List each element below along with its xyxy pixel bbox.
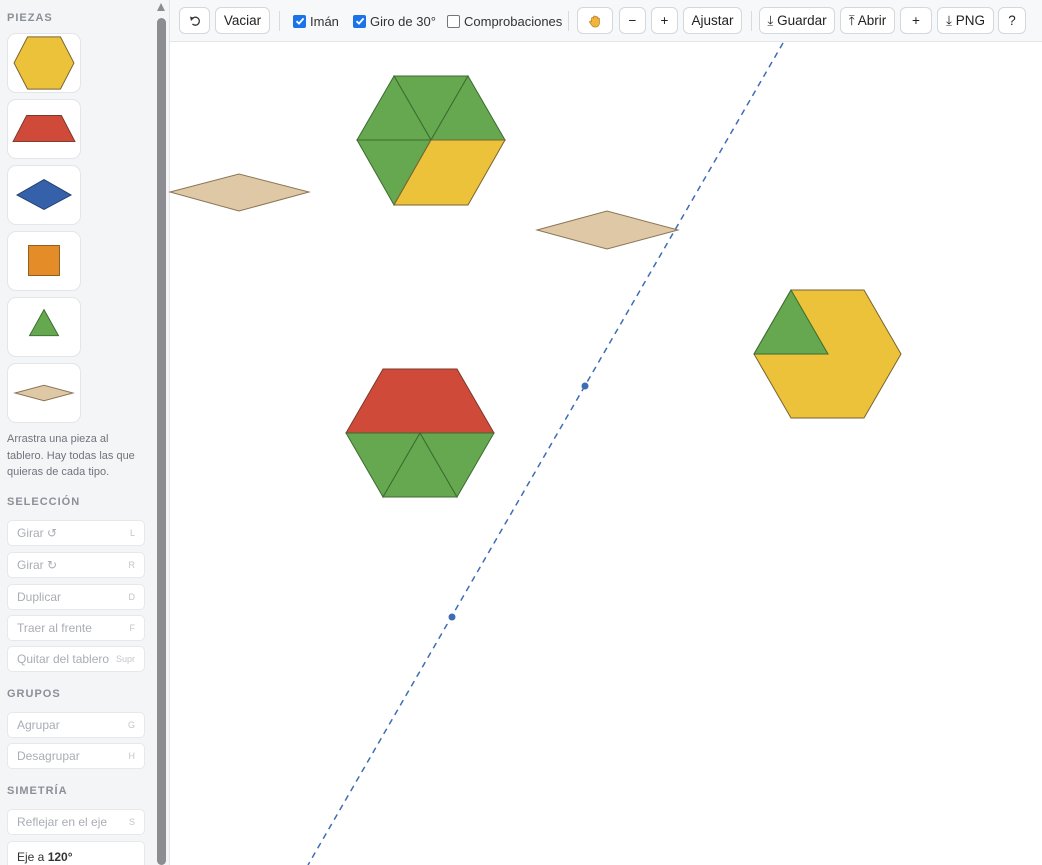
magnet-toggle[interactable]: Imán xyxy=(293,13,339,29)
toolbar-separator xyxy=(279,11,280,31)
sidebar-scrollbar[interactable] xyxy=(157,0,166,865)
sidebar: PIEZAS Arrastra una pieza al tablero. Ha… xyxy=(0,0,170,865)
scrollbar-thumb[interactable] xyxy=(157,18,166,865)
snap-30-label: Giro de 30° xyxy=(370,13,436,29)
checkbox-checked-icon[interactable] xyxy=(353,14,366,28)
hexagon-triangle-group[interactable] xyxy=(753,289,902,419)
trapezoid-piece[interactable] xyxy=(345,368,495,434)
hexagon-piece-icon xyxy=(13,36,75,90)
board-canvas[interactable] xyxy=(168,42,1042,865)
piece-triangle[interactable] xyxy=(7,297,81,357)
axis-prefix: Eje a xyxy=(17,850,45,864)
selection-section-title: SELECCIÓN xyxy=(7,496,81,508)
shortcut-key: H xyxy=(128,751,136,761)
axis-angle-control[interactable]: Eje a 120° xyxy=(7,841,145,865)
checks-toggle[interactable]: Comprobaciones xyxy=(447,13,562,29)
reflect-axis-button[interactable]: Reflejar en el eje S xyxy=(7,809,145,835)
action-label: Reflejar en el eje xyxy=(17,815,108,829)
action-label: Duplicar xyxy=(17,590,62,604)
pan-hand-button[interactable] xyxy=(577,7,613,34)
shortcut-key: Supr xyxy=(115,654,135,664)
rotate-left-button[interactable]: Girar ↺ L xyxy=(7,520,145,546)
checkbox-checked-icon[interactable] xyxy=(293,14,306,28)
magnet-label: Imán xyxy=(310,13,339,29)
trapezoid-triangles-group[interactable] xyxy=(345,368,495,498)
fit-view-button[interactable]: Ajustar xyxy=(683,7,742,34)
trapezoid-piece-icon xyxy=(12,114,76,143)
duplicate-button[interactable]: Duplicar D xyxy=(7,584,145,610)
hexagon-composite-group[interactable] xyxy=(356,75,506,207)
shortcut-key: D xyxy=(128,592,136,602)
piece-hexagon[interactable] xyxy=(7,33,81,93)
tan-rhombus-piece[interactable] xyxy=(535,210,680,250)
square-piece-icon xyxy=(28,245,60,276)
export-png-button[interactable]: ⤓ PNG xyxy=(937,7,994,34)
axis-handle-point[interactable] xyxy=(448,613,456,621)
action-label: Desagrupar xyxy=(17,749,80,763)
piece-blue-rhombus[interactable] xyxy=(7,165,81,225)
toolbar: Vaciar Imán Giro de 30° Comprobaciones −… xyxy=(170,0,1042,42)
checks-label: Comprobaciones xyxy=(464,13,563,29)
axis-handle-point[interactable] xyxy=(581,382,589,390)
help-button[interactable]: ? xyxy=(998,7,1026,34)
toolbar-separator xyxy=(568,11,569,31)
board-drawing[interactable] xyxy=(168,42,1042,865)
groups-section-title: GRUPOS xyxy=(7,688,61,700)
shortcut-key: R xyxy=(128,560,136,570)
undo-icon xyxy=(189,16,200,26)
open-button[interactable]: ⤒ Abrir xyxy=(840,7,895,34)
bring-to-front-button[interactable]: Traer al frente F xyxy=(7,615,145,641)
clear-board-button[interactable]: Vaciar xyxy=(215,7,270,34)
pieces-hint: Arrastra una pieza al tablero. Hay todas… xyxy=(7,433,135,478)
hand-icon xyxy=(589,15,600,27)
undo-button[interactable] xyxy=(179,7,210,34)
shortcut-key: S xyxy=(128,817,135,827)
rotate-right-button[interactable]: Girar ↻ R xyxy=(7,552,145,578)
zoom-out-button[interactable]: − xyxy=(619,7,646,34)
shortcut-key: L xyxy=(129,528,135,538)
remove-from-board-button[interactable]: Quitar del tablero Supr xyxy=(7,646,145,672)
shortcut-key: G xyxy=(127,720,135,730)
pieces-section-title: PIEZAS xyxy=(7,12,53,24)
action-label: Girar ↺ xyxy=(17,526,58,540)
piece-tan-rhombus[interactable] xyxy=(7,363,81,423)
toolbar-separator xyxy=(751,11,752,31)
scroll-up-arrow-icon[interactable] xyxy=(157,3,165,11)
action-label: Girar ↻ xyxy=(17,558,58,572)
symmetry-section-title: SIMETRÍA xyxy=(7,785,68,797)
piece-trapezoid[interactable] xyxy=(7,99,81,159)
zoom-in-button[interactable]: + xyxy=(651,7,678,34)
ungroup-button[interactable]: Desagrupar H xyxy=(7,743,145,769)
shortcut-key: F xyxy=(129,623,136,633)
add-button[interactable]: + xyxy=(900,7,932,34)
group-button[interactable]: Agrupar G xyxy=(7,712,145,738)
piece-square[interactable] xyxy=(7,231,81,291)
save-button[interactable]: ⤓ Guardar xyxy=(759,7,835,34)
triangle-piece-icon xyxy=(28,308,60,337)
axis-angle-value: 120° xyxy=(47,850,73,864)
action-label: Traer al frente xyxy=(17,621,92,635)
tan-rhombus-piece[interactable] xyxy=(168,173,311,212)
action-label: Agrupar xyxy=(17,718,60,732)
checkbox-unchecked-icon[interactable] xyxy=(447,14,460,28)
snap-30-toggle[interactable]: Giro de 30° xyxy=(353,13,436,29)
action-label: Quitar del tablero xyxy=(17,652,110,666)
tan-rhombus-piece-icon xyxy=(13,384,75,402)
blue-rhombus-piece-icon xyxy=(15,178,73,211)
